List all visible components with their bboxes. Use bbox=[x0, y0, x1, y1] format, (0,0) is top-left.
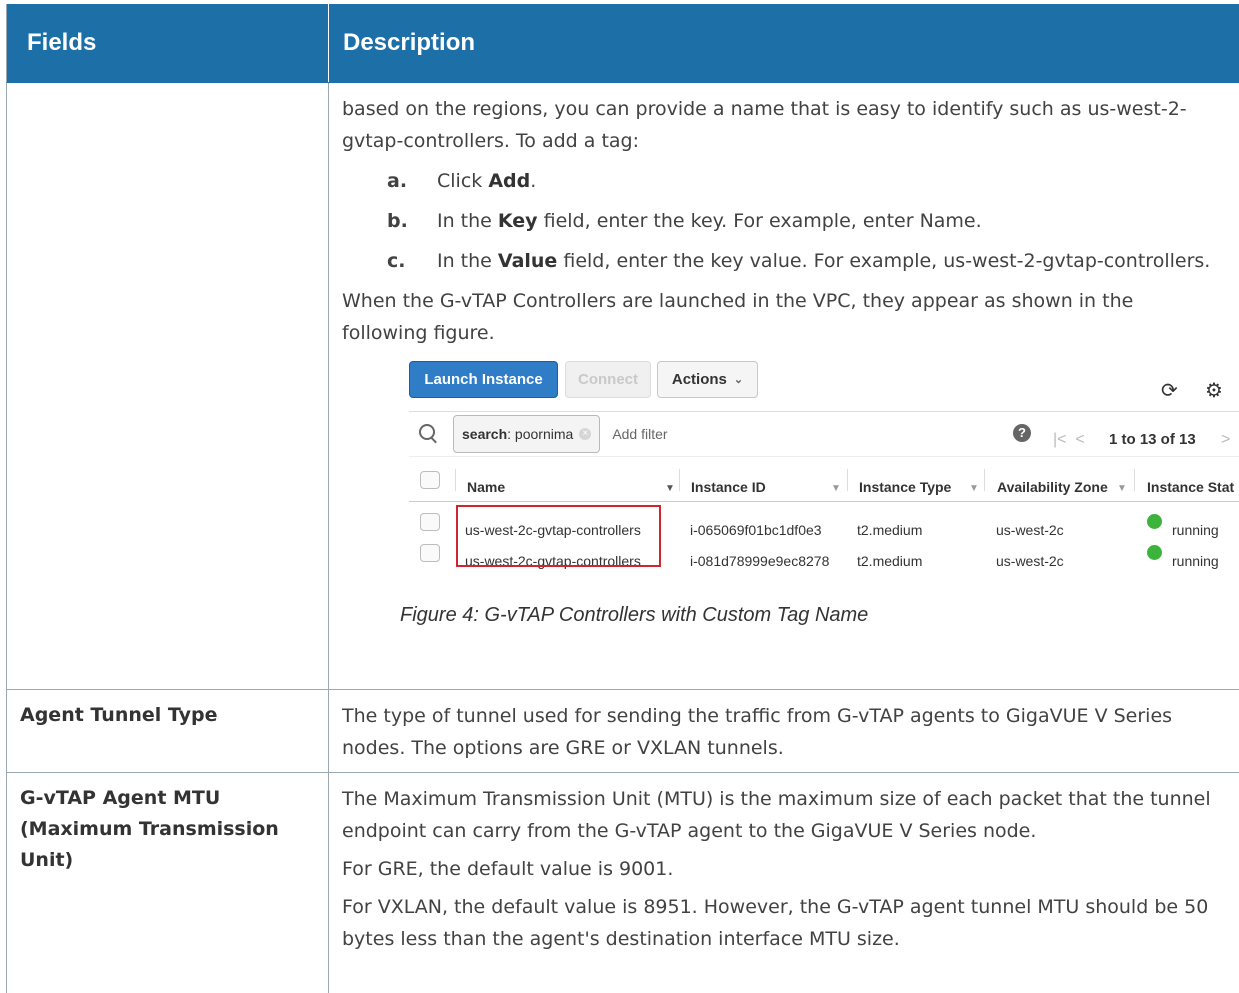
instance-id: i-081d78999e9ec8278 bbox=[690, 553, 830, 569]
row-checkbox[interactable] bbox=[420, 544, 440, 562]
step-letter: c. bbox=[387, 250, 406, 272]
field-cell-empty bbox=[7, 83, 329, 689]
sort-icon[interactable]: ▼ bbox=[969, 473, 979, 505]
column-divider bbox=[455, 469, 456, 491]
step-a: a. Click Add. bbox=[387, 165, 1219, 197]
search-filter-chip[interactable]: search : poornima × bbox=[453, 415, 601, 453]
vxlan-default-paragraph: For VXLAN, the default value is 8951. Ho… bbox=[342, 896, 1209, 950]
description-header: Description bbox=[343, 29, 476, 56]
launch-instance-button[interactable]: Launch Instance bbox=[409, 361, 558, 398]
highlight-box bbox=[456, 505, 661, 567]
column-header-instance-id[interactable]: Instance ID bbox=[691, 471, 766, 503]
column-header-instance-state[interactable]: Instance Stat bbox=[1147, 471, 1234, 503]
tag-intro-text: based on the regions, you can provide a … bbox=[342, 98, 1187, 152]
column-divider bbox=[847, 469, 848, 491]
mtu-paragraph: The Maximum Transmission Unit (MTU) is t… bbox=[342, 788, 1211, 842]
chevron-down-icon: ⌄ bbox=[733, 373, 744, 386]
column-header-availability-zone[interactable]: Availability Zone bbox=[997, 471, 1108, 503]
figure-intro-text: When the G-vTAP Controllers are launched… bbox=[342, 290, 1134, 344]
description-cell: based on the regions, you can provide a … bbox=[329, 83, 1239, 689]
field-name: Agent Tunnel Type bbox=[7, 690, 329, 772]
fields-table: Fields Description based on the regions,… bbox=[6, 4, 1239, 993]
step-bold: Value bbox=[497, 250, 558, 272]
help-icon[interactable]: ? bbox=[1013, 424, 1031, 442]
column-divider bbox=[984, 469, 985, 491]
field-description: The Maximum Transmission Unit (MTU) is t… bbox=[329, 773, 1239, 993]
availability-zone: us-west-2c bbox=[996, 553, 1064, 569]
table-row: based on the regions, you can provide a … bbox=[6, 83, 1239, 690]
column-divider bbox=[679, 469, 680, 491]
fields-header: Fields bbox=[7, 4, 329, 82]
step-letter: b. bbox=[387, 210, 408, 232]
instance-state: running bbox=[1172, 553, 1219, 569]
first-page-icon[interactable]: |< < bbox=[1053, 424, 1085, 456]
step-text: . bbox=[530, 170, 537, 192]
refresh-icon[interactable]: ⟳ bbox=[1161, 375, 1178, 407]
step-text: field, enter the key value. For example,… bbox=[557, 250, 1211, 272]
step-text: Click bbox=[437, 170, 489, 192]
close-icon[interactable]: × bbox=[579, 428, 592, 440]
field-name: G-vTAP Agent MTU (Maximum Transmission U… bbox=[7, 773, 329, 993]
table-row: G-vTAP Agent MTU (Maximum Transmission U… bbox=[6, 773, 1239, 993]
filter-key: search bbox=[462, 426, 508, 442]
ec2-console-screenshot: Launch Instance Connect Actions ⌄ ⟳ ⚙ se… bbox=[407, 361, 1239, 575]
step-b: b. In the Key field, enter the key. For … bbox=[387, 205, 1219, 237]
figure-caption: Figure 4: G-vTAP Controllers with Custom… bbox=[400, 604, 869, 626]
running-status-icon bbox=[1147, 545, 1162, 560]
pagination-text: 1 to 13 of 13 bbox=[1109, 431, 1196, 448]
table-row: Agent Tunnel Type The type of tunnel use… bbox=[6, 690, 1239, 773]
column-header-instance-type[interactable]: Instance Type bbox=[859, 471, 951, 503]
actions-label: Actions bbox=[671, 370, 727, 388]
column-divider bbox=[1134, 469, 1135, 491]
sort-icon[interactable]: ▼ bbox=[1117, 473, 1127, 505]
connect-button[interactable]: Connect bbox=[565, 361, 651, 398]
add-filter-input[interactable]: Add filter bbox=[612, 418, 667, 450]
step-text: field, enter the key. For example, enter… bbox=[537, 210, 982, 232]
instance-type: t2.medium bbox=[857, 553, 923, 569]
step-c: c. In the Value field, enter the key val… bbox=[387, 245, 1219, 277]
instances-table-header: Name ▼ Instance ID ▼ Instance Type ▼ Ava… bbox=[409, 459, 1239, 502]
actions-button[interactable]: Actions ⌄ bbox=[657, 361, 758, 398]
sort-icon[interactable]: ▼ bbox=[665, 473, 675, 505]
step-bold: Key bbox=[497, 210, 538, 232]
step-text: In the bbox=[437, 250, 498, 272]
filter-value: : poornima bbox=[507, 426, 574, 442]
step-text: In the bbox=[437, 210, 498, 232]
step-bold: Add bbox=[488, 170, 531, 192]
field-description: The type of tunnel used for sending the … bbox=[342, 705, 1173, 759]
running-status-icon bbox=[1147, 514, 1162, 529]
gre-default-paragraph: For GRE, the default value is 9001. bbox=[342, 858, 674, 880]
table-header: Fields Description bbox=[6, 4, 1239, 83]
search-icon bbox=[417, 422, 441, 446]
select-all-checkbox[interactable] bbox=[420, 471, 440, 489]
figure-4: Launch Instance Connect Actions ⌄ ⟳ ⚙ se… bbox=[342, 361, 1239, 626]
gear-icon[interactable]: ⚙ bbox=[1205, 375, 1223, 407]
column-header-name[interactable]: Name bbox=[467, 471, 505, 503]
row-checkbox[interactable] bbox=[420, 513, 440, 531]
step-letter: a. bbox=[387, 170, 408, 192]
tag-steps: a. Click Add. b. In the Key field, enter… bbox=[387, 165, 1219, 277]
next-page-icon[interactable]: > bbox=[1221, 424, 1230, 456]
search-bar[interactable]: search : poornima × Add filter ? |< < 1 … bbox=[409, 411, 1239, 457]
sort-icon[interactable]: ▼ bbox=[831, 473, 841, 505]
